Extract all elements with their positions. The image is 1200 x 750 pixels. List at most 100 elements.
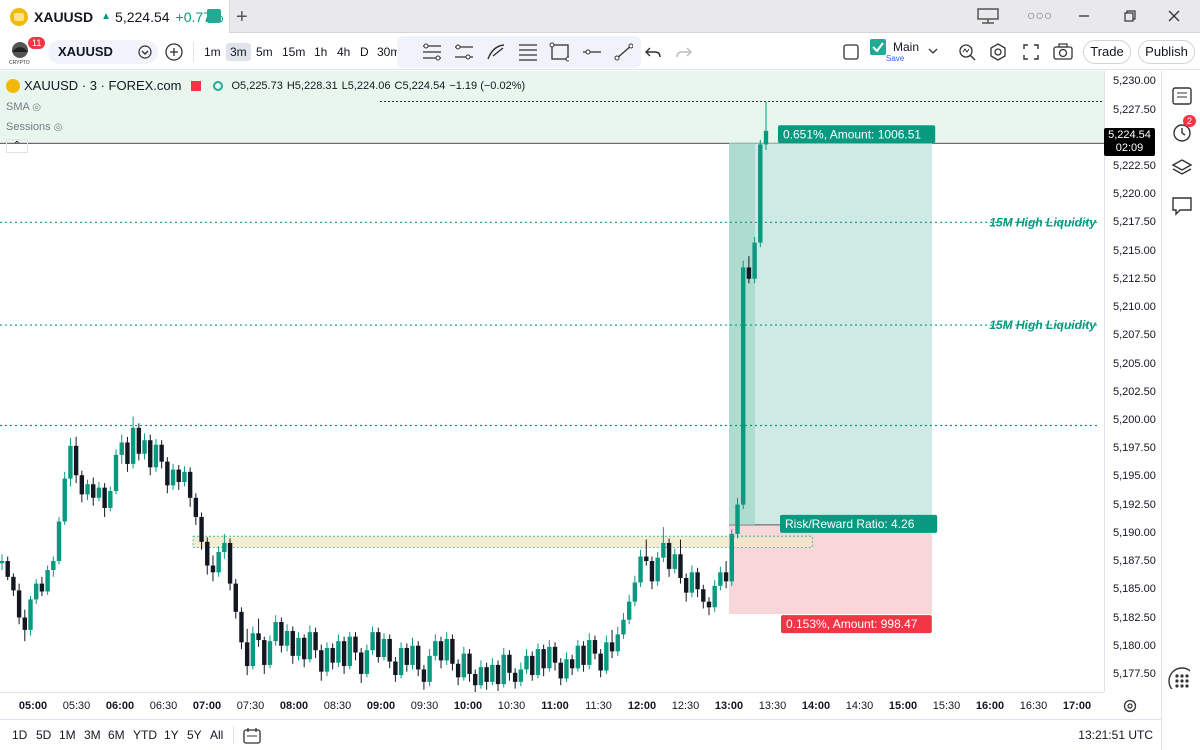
horizontal-ray-icon[interactable] — [581, 42, 601, 62]
trend-line-icon[interactable] — [613, 42, 633, 62]
hidden-eye-icon[interactable]: ◎ — [32, 102, 41, 113]
brush-icon[interactable] — [485, 42, 505, 62]
candle-body — [444, 638, 449, 661]
candle-body — [159, 444, 164, 462]
more-apps-icon[interactable] — [1168, 667, 1190, 689]
layout-name[interactable]: Main — [893, 40, 919, 54]
legend-title[interactable]: XAUUSD · 3 · FOREX.com — [24, 78, 181, 93]
candle-body — [758, 144, 763, 243]
watchlist-icon[interactable] — [1171, 85, 1193, 107]
candle-body — [176, 469, 181, 482]
fib-retracement-icon[interactable] — [421, 42, 441, 62]
select-layout-icon[interactable] — [843, 44, 859, 60]
time-tick-label: 05:00 — [18, 700, 48, 712]
rectangle-icon[interactable] — [549, 42, 569, 62]
candle-body — [347, 636, 352, 667]
divider — [193, 42, 194, 62]
candle-body — [39, 583, 45, 592]
chat-icon[interactable] — [1171, 195, 1193, 217]
horizontal-lines-icon[interactable] — [517, 42, 537, 62]
candle-body — [569, 659, 575, 669]
candle-body — [34, 583, 39, 600]
interval-d[interactable]: D — [356, 43, 373, 61]
interval-1m[interactable]: 1m — [200, 43, 225, 61]
price-tick-label: 5,212.50 — [1113, 272, 1156, 285]
chart-tab[interactable]: XAUUSD ▲ 5,224.54 +0.77% — [0, 0, 230, 33]
candle-body — [638, 556, 643, 583]
current-price-value: 5,224.54 — [1108, 129, 1151, 141]
candle-body — [678, 554, 683, 578]
restore-icon[interactable] — [1124, 10, 1136, 22]
candle-body — [626, 601, 632, 620]
price-tick-label: 5,207.50 — [1113, 329, 1156, 342]
price-tick-label: 5,192.50 — [1113, 498, 1156, 511]
price-tick-label: 5,217.50 — [1113, 216, 1156, 229]
layout-icon[interactable] — [977, 8, 999, 24]
interval-15m[interactable]: 15m — [278, 43, 309, 61]
chevron-down-icon[interactable] — [928, 48, 938, 56]
redo-icon[interactable] — [676, 44, 692, 60]
compare-add-icon[interactable] — [165, 43, 183, 61]
candle-body — [592, 640, 598, 654]
price-tick-label: 5,187.50 — [1113, 555, 1156, 568]
hidden-eye-icon[interactable]: ◎ — [54, 122, 63, 133]
price-chart[interactable]: 15M High Liquidity 15M High Liquidity 0.65… — [0, 71, 1104, 692]
goto-date-icon[interactable] — [243, 727, 261, 744]
time-axis[interactable]: 05:00 05:30 06:00 06:30 07:00 07:30 08:00 08:30… — [0, 692, 1104, 718]
candle-body — [410, 645, 415, 665]
symbol-search-input[interactable]: XAUUSD — [48, 40, 158, 64]
range-ytd[interactable]: YTD — [133, 728, 157, 742]
utc-clock[interactable]: 13:21:51 UTC — [1078, 728, 1153, 742]
candle-body — [153, 444, 159, 468]
up-arrow-icon: ▲ — [101, 11, 112, 22]
range-5d[interactable]: 5D — [36, 728, 51, 742]
symbol-options-icon[interactable] — [138, 45, 152, 59]
range-3m[interactable]: 3M — [84, 728, 101, 742]
new-tab-button[interactable]: + — [236, 6, 248, 29]
candle-body — [22, 617, 28, 630]
more-icon[interactable]: ○○○ — [1027, 7, 1052, 23]
price-scale[interactable]: 5,230.00 5,227.50 5,222.50 5,220.00 5,217.50… — [1104, 71, 1160, 692]
interval-1h[interactable]: 1h — [310, 43, 331, 61]
time-tick-label: 15:30 — [932, 700, 961, 712]
indicator-sessions[interactable]: Sessions ◎ — [6, 121, 525, 133]
trade-button[interactable]: Trade — [1083, 40, 1131, 64]
candle-body — [427, 655, 432, 682]
price-tick-label: 5,180.00 — [1113, 639, 1156, 652]
collapse-legend-button[interactable]: ⌃ — [6, 139, 28, 153]
avatar[interactable]: CRYPTO 11 — [8, 37, 46, 66]
camera-icon[interactable] — [1053, 43, 1073, 61]
target-label: 0.651%, Amount: 1006.51 — [783, 127, 921, 141]
range-1y[interactable]: 1Y — [164, 728, 179, 742]
flag-icon[interactable] — [191, 80, 202, 91]
settings-gear-icon[interactable] — [989, 43, 1007, 61]
range-5y[interactable]: 5Y — [187, 728, 202, 742]
publish-button[interactable]: Publish — [1138, 40, 1195, 64]
indicator-sma[interactable]: SMA ◎ — [6, 101, 525, 113]
range-6m[interactable]: 6M — [108, 728, 125, 742]
close-icon[interactable] — [1168, 10, 1180, 22]
layers-icon[interactable] — [1171, 157, 1193, 179]
range-all[interactable]: All — [210, 728, 223, 742]
candle-body — [370, 632, 375, 651]
range-1m[interactable]: 1M — [59, 728, 76, 742]
indicator-search-icon[interactable] — [958, 43, 976, 61]
interval-5m[interactable]: 5m — [252, 43, 277, 61]
time-tick-label: 16:00 — [975, 700, 1005, 712]
parallel-channel-icon[interactable] — [453, 42, 473, 62]
range-1d[interactable]: 1D — [12, 728, 27, 742]
interval-3m[interactable]: 3m — [226, 43, 251, 61]
fullscreen-icon[interactable] — [1023, 44, 1039, 60]
alerts-badge: 2 — [1183, 115, 1197, 127]
candle-body — [655, 557, 660, 582]
notification-badge: 11 — [28, 37, 46, 49]
candle-body — [615, 634, 620, 652]
axis-settings-icon[interactable] — [1123, 699, 1137, 713]
minimize-icon[interactable] — [1078, 10, 1090, 22]
interval-4h[interactable]: 4h — [333, 43, 354, 61]
candle-body — [746, 267, 752, 279]
time-tick-label: 12:30 — [671, 700, 700, 712]
candle-body — [16, 590, 22, 618]
candle-body — [301, 637, 307, 660]
undo-icon[interactable] — [645, 44, 661, 60]
